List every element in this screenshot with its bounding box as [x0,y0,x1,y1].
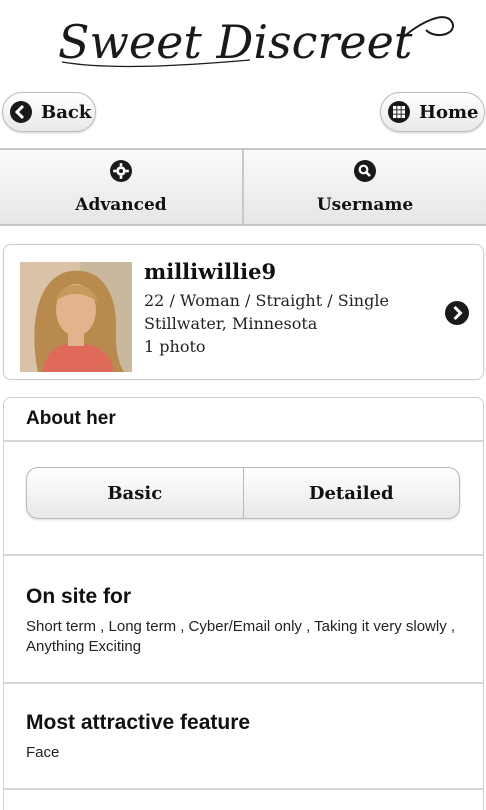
grid-icon [387,100,411,124]
on-site-for-block: On site for Short term , Long term , Cyb… [4,556,483,684]
profile-location: Stillwater, Minnesota [144,314,318,333]
view-toggle-area: Basic Detailed [4,442,483,556]
attractive-feature-block: Most attractive feature Face [4,684,483,790]
on-site-for-text: Short term , Long term , Cyber/Email onl… [26,618,456,655]
on-site-for-heading: On site for [26,585,132,608]
profile-photo [20,262,132,372]
home-label: Home [419,101,479,123]
basic-button[interactable]: Basic [27,468,243,518]
chevron-right-icon [444,300,470,326]
tab-advanced-label: Advanced [75,195,167,215]
home-button[interactable]: Home [380,92,485,132]
logo-graphic: Sweet Discreet [58,15,454,69]
about-section: About her Basic Detailed On site for Sho… [3,397,484,810]
back-arrow-icon [9,100,33,124]
detailed-button[interactable]: Detailed [242,468,460,518]
tab-username-label: Username [316,195,414,215]
back-button[interactable]: Back [2,92,96,132]
profile-photo-count: 1 photo [144,337,206,356]
site-logo: Sweet Discreet [0,0,486,84]
view-segmented-control: Basic Detailed [26,467,460,519]
attractive-feature-heading: Most attractive feature [26,711,251,734]
back-label: Back [41,101,92,123]
tab-advanced[interactable]: Advanced [0,150,242,224]
about-title: About her [4,398,483,442]
attractive-feature-text: Face [26,744,60,761]
tab-username[interactable]: Username [242,150,486,224]
profile-details: 22 / Woman / Straight / Single [144,291,389,310]
profile-username: milliwillie9 [144,259,277,284]
search-tabbar: Advanced Username [0,148,486,226]
search-icon [353,159,377,183]
profile-card[interactable]: milliwillie9 22 / Woman / Straight / Sin… [3,244,484,380]
gear-icon [109,159,133,183]
